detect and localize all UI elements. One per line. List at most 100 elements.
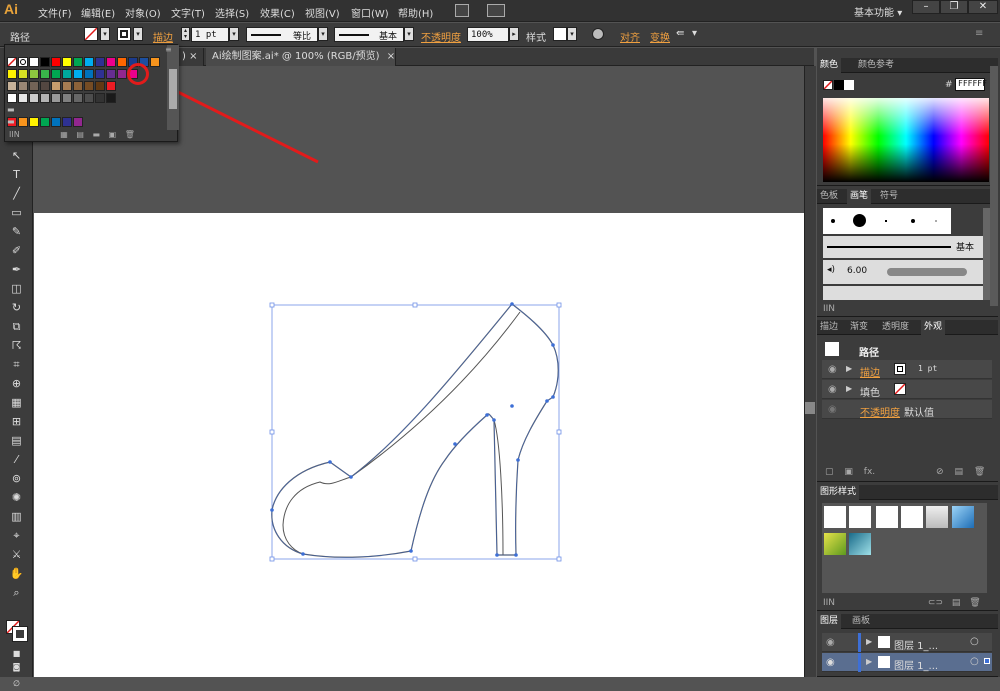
panel-scrollbar[interactable]: [990, 66, 998, 306]
clear-appearance-icon[interactable]: ⊘: [936, 467, 944, 477]
tab-color[interactable]: 颜色: [817, 58, 842, 73]
type-tool-icon[interactable]: T: [8, 167, 25, 182]
swatch[interactable]: [95, 93, 105, 103]
stroke-row-label[interactable]: 描边: [860, 364, 880, 379]
swatch[interactable]: [95, 81, 105, 91]
style-4[interactable]: [901, 506, 923, 528]
swatch[interactable]: [29, 81, 39, 91]
selection-indicator[interactable]: [984, 658, 990, 664]
swatch[interactable]: [7, 69, 17, 79]
menu-object[interactable]: 对象(O): [125, 5, 161, 20]
style-dropdown[interactable]: ▾: [567, 27, 577, 41]
artboard[interactable]: [34, 213, 804, 677]
swatch[interactable]: [51, 81, 61, 91]
control-options-arrow-icon[interactable]: ▾: [692, 28, 697, 39]
menu-effect[interactable]: 效果(C): [260, 5, 295, 20]
opacity-field[interactable]: 100%: [467, 27, 509, 42]
style-8[interactable]: [849, 533, 871, 555]
swatch[interactable]: [29, 69, 39, 79]
close-icon[interactable]: ×: [387, 51, 395, 62]
profile-dropdown[interactable]: ▾: [318, 27, 328, 41]
brush-dots-row[interactable]: [823, 208, 951, 234]
size-brush-row[interactable]: ◂) 6.00: [823, 260, 983, 284]
tab-previous-document[interactable]: ) ×: [176, 48, 204, 66]
opacity-label[interactable]: 不透明度: [421, 29, 461, 44]
tab-swatches[interactable]: 色板: [817, 189, 841, 204]
swatch[interactable]: [62, 57, 72, 67]
swatch[interactable]: [40, 93, 50, 103]
swatch-libraries-icon[interactable]: IIN: [9, 130, 20, 139]
visibility-eye-icon[interactable]: ◉: [828, 404, 837, 415]
stroke-weight-dropdown[interactable]: ▾: [229, 27, 239, 41]
swatch[interactable]: [62, 69, 72, 79]
style-2[interactable]: [849, 506, 871, 528]
tab-transparency[interactable]: 透明度: [879, 320, 912, 335]
line-tool-icon[interactable]: ╱: [8, 186, 25, 201]
scale-tool-icon[interactable]: ⧉: [8, 319, 25, 334]
blend-tool-icon[interactable]: ⊚: [8, 471, 25, 486]
swatch[interactable]: [18, 81, 28, 91]
menu-view[interactable]: 视图(V): [305, 5, 340, 20]
panel-menu-icon[interactable]: ≡: [975, 28, 983, 39]
eraser-tool-icon[interactable]: ◫: [8, 281, 25, 296]
swatch[interactable]: [40, 117, 50, 127]
swatch-options-icon[interactable]: ▤: [76, 130, 84, 139]
workspace-switcher[interactable]: 基本功能 ▾: [854, 4, 902, 19]
duplicate-item-icon[interactable]: ▤: [954, 467, 963, 477]
pencil-tool-icon[interactable]: ✐: [8, 243, 25, 258]
color-spectrum[interactable]: [823, 98, 989, 182]
slice-tool-icon[interactable]: ⚔: [8, 547, 25, 562]
stroke-weight-stepper[interactable]: ▴ ▾: [181, 27, 190, 41]
swatch[interactable]: [51, 93, 61, 103]
none-swatch[interactable]: [7, 57, 17, 67]
style-6[interactable]: [952, 506, 974, 528]
delete-icon[interactable]: 🗑: [974, 467, 985, 477]
swatch[interactable]: [106, 93, 116, 103]
swatch[interactable]: [106, 81, 116, 91]
minimize-button[interactable]: –: [912, 0, 940, 14]
delete-icon[interactable]: 🗑: [125, 130, 135, 139]
swatch[interactable]: [73, 57, 83, 67]
swatch[interactable]: [51, 57, 61, 67]
symbol-sprayer-tool-icon[interactable]: ✺: [8, 490, 25, 505]
arrow-brush-row[interactable]: [823, 286, 983, 300]
add-new-fill-icon[interactable]: ▣: [844, 467, 853, 477]
screen-mode-icon[interactable]: ◙: [8, 659, 25, 674]
free-transform-tool-icon[interactable]: ⌗: [8, 357, 25, 372]
swatch[interactable]: [40, 57, 50, 67]
perspective-grid-tool-icon[interactable]: ▦: [8, 395, 25, 410]
swatch[interactable]: [7, 81, 17, 91]
shape-builder-tool-icon[interactable]: ⊕: [8, 376, 25, 391]
rotate-tool-icon[interactable]: ↻: [8, 300, 25, 315]
appearance-row-fill[interactable]: ◉ ▶ 填色: [822, 380, 992, 399]
swatch[interactable]: [18, 117, 28, 127]
tab-color-guide[interactable]: 颜色参考: [855, 58, 897, 73]
rectangle-tool-icon[interactable]: ▭: [8, 205, 25, 220]
tab-graphic-styles[interactable]: 图形样式: [817, 485, 860, 500]
swatch[interactable]: [62, 81, 72, 91]
swatch[interactable]: [150, 57, 160, 67]
white-color-icon[interactable]: [844, 80, 854, 90]
add-effect-icon[interactable]: fx.: [864, 467, 875, 477]
eyedropper-tool-icon[interactable]: ⁄: [8, 452, 25, 467]
swatch[interactable]: [18, 93, 28, 103]
swatch[interactable]: [106, 57, 116, 67]
swatch[interactable]: [106, 69, 116, 79]
close-icon[interactable]: ×: [189, 51, 197, 62]
swatch[interactable]: [73, 69, 83, 79]
swatch[interactable]: [40, 69, 50, 79]
break-link-icon[interactable]: ⊂⊃: [928, 598, 943, 608]
visibility-eye-icon[interactable]: ◉: [828, 384, 837, 395]
swatch[interactable]: [40, 81, 50, 91]
fill-swatch[interactable]: [84, 27, 98, 41]
style-7[interactable]: [824, 533, 846, 555]
swatch[interactable]: [51, 69, 61, 79]
swatch[interactable]: [84, 93, 94, 103]
paintbrush-tool-icon[interactable]: ✎: [8, 224, 25, 239]
none-color-icon[interactable]: [823, 80, 833, 90]
recolor-artwork-icon[interactable]: [592, 28, 604, 40]
swatch[interactable]: [84, 81, 94, 91]
hand-tool-icon[interactable]: ✋: [8, 566, 25, 581]
fill-dropdown-arrow[interactable]: ▾: [100, 27, 110, 41]
variable-width-profile[interactable]: 等比: [246, 27, 318, 42]
